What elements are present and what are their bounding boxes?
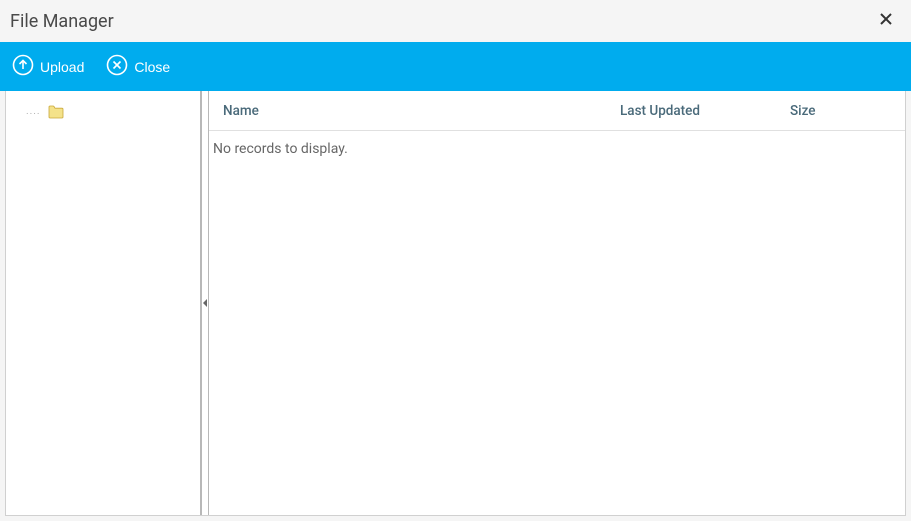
titlebar: File Manager <box>0 0 911 42</box>
column-header-last-updated[interactable]: Last Updated <box>620 103 790 119</box>
column-header-size[interactable]: Size <box>790 103 905 119</box>
empty-message: No records to display. <box>213 141 901 157</box>
folder-tree-panel: ···· <box>6 91 201 515</box>
window-title: File Manager <box>10 11 114 32</box>
close-label: Close <box>134 59 170 75</box>
close-icon[interactable] <box>875 8 897 34</box>
folder-icon <box>48 105 64 123</box>
table-header: Name Last Updated Size <box>209 91 905 131</box>
toolbar: Upload Close <box>0 42 911 91</box>
tree-root-node[interactable]: ···· <box>26 105 192 123</box>
content-panel: Name Last Updated Size No records to dis… <box>209 91 905 515</box>
upload-button[interactable]: Upload <box>10 50 86 83</box>
main-area: ···· Name Last Updated Size No records t… <box>5 91 906 516</box>
file-manager-window: File Manager Upload <box>0 0 911 521</box>
splitter-collapse-icon <box>203 299 207 307</box>
upload-icon <box>12 54 34 79</box>
table-body: No records to display. <box>209 131 905 515</box>
column-header-name[interactable]: Name <box>209 103 620 119</box>
close-circle-icon <box>106 54 128 79</box>
close-button[interactable]: Close <box>104 50 172 83</box>
upload-label: Upload <box>40 59 84 75</box>
tree-expand-icon: ···· <box>26 109 40 120</box>
splitter[interactable] <box>201 91 209 515</box>
